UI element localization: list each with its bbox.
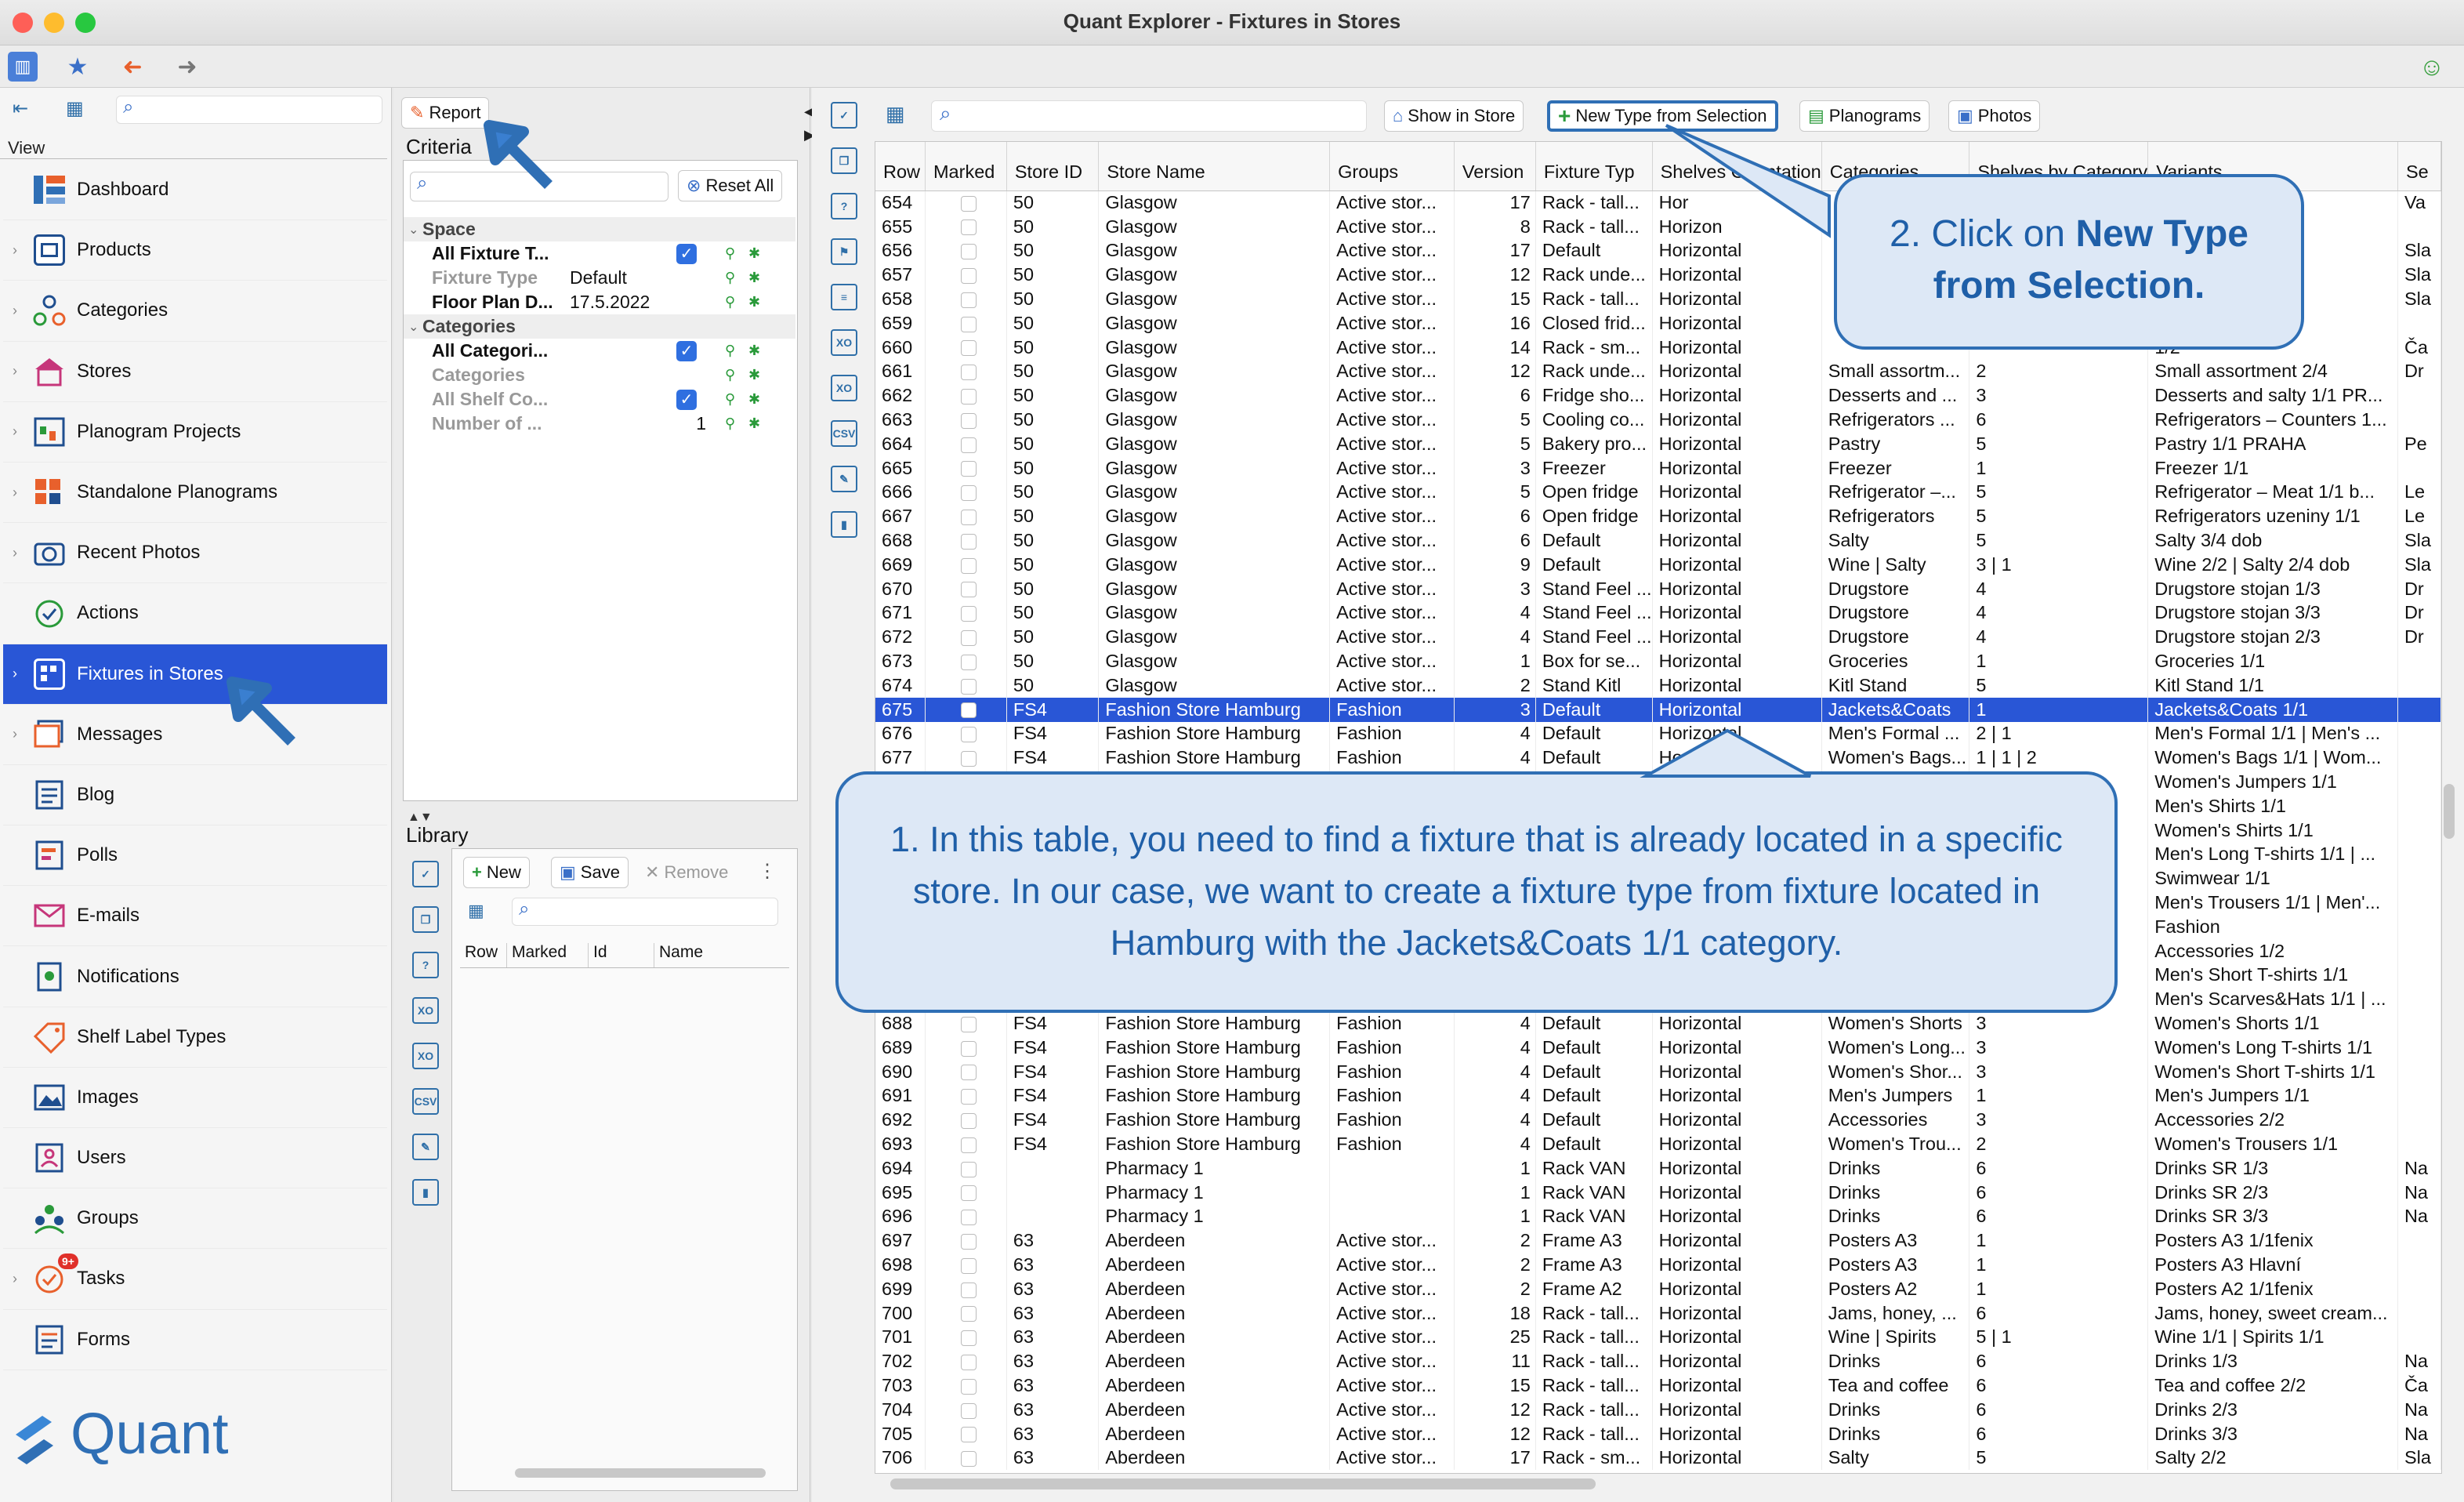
arrow-pointer-icon [226, 677, 295, 746]
callout-pointers [226, 120, 1831, 778]
arrow-pointer-icon [484, 120, 553, 189]
callout-pointer [1640, 728, 1811, 778]
callout-pointer [1665, 124, 1831, 238]
